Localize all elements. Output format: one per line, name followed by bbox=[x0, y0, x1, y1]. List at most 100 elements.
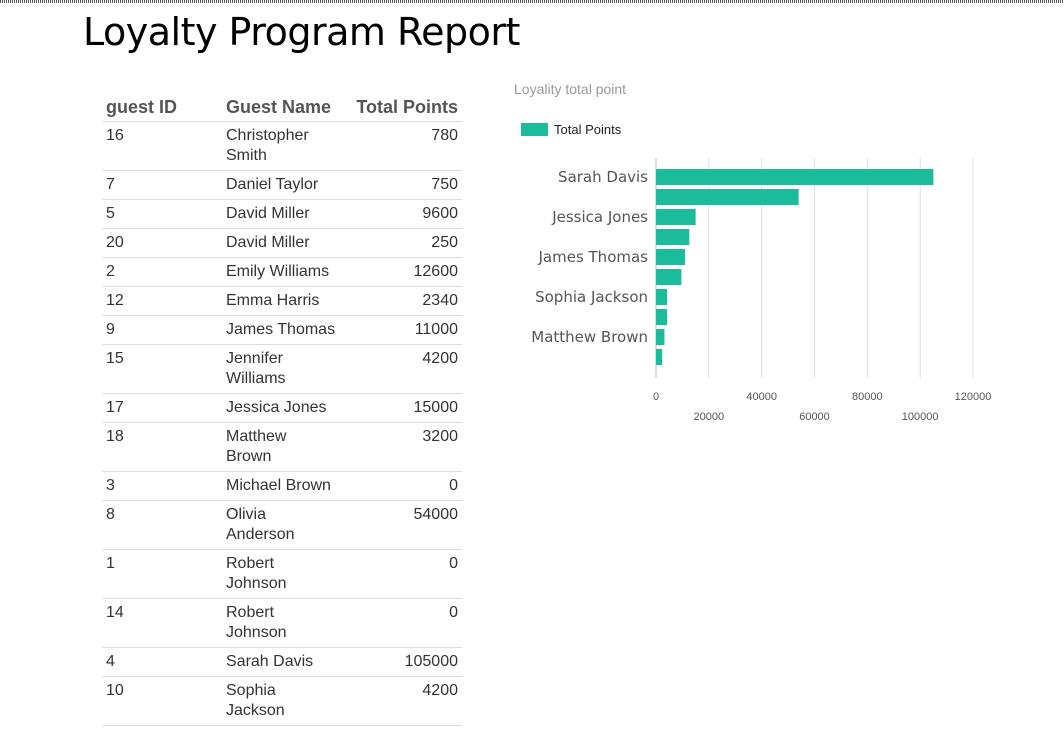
guest-name-cell: Sophia Jackson bbox=[222, 676, 340, 726]
guest-id-cell: 15 bbox=[102, 344, 222, 394]
table-header-row: guest ID Guest Name Total Points bbox=[102, 93, 462, 122]
category-label: James Thomas bbox=[537, 248, 648, 266]
table-row: 17 Jessica Jones 15000 bbox=[102, 393, 462, 423]
total-points-cell: 0 bbox=[340, 598, 462, 648]
x-tick-label: 100000 bbox=[902, 411, 939, 423]
bar bbox=[656, 309, 668, 325]
table-row: 18 Matthew Brown 3200 bbox=[102, 422, 462, 472]
table-row: 8 Olivia Anderson 54000 bbox=[102, 500, 462, 550]
guest-name-cell: Sarah Davis bbox=[222, 647, 340, 677]
total-points-cell: 2340 bbox=[340, 286, 462, 316]
guest-name-cell: Robert Johnson bbox=[222, 598, 340, 648]
total-points-cell: 0 bbox=[340, 471, 462, 501]
bar bbox=[656, 269, 682, 285]
guest-id-cell: 20 bbox=[102, 228, 222, 258]
guest-name-cell: Robert Johnson bbox=[222, 549, 340, 599]
total-points-cell: 4200 bbox=[340, 676, 462, 726]
total-points-cell: 780 bbox=[340, 121, 462, 171]
guest-id-cell: 5 bbox=[102, 199, 222, 229]
total-points-cell: 54000 bbox=[340, 500, 462, 550]
bar bbox=[656, 249, 686, 265]
table-row: 20 David Miller 250 bbox=[102, 228, 462, 258]
total-points-cell: 4200 bbox=[340, 344, 462, 394]
guest-id-cell: 1 bbox=[102, 549, 222, 599]
x-axis-ticks: 0 20000 40000 60000 80000 100000 120000 bbox=[653, 391, 991, 423]
table-row: 12 Emma Harris 2340 bbox=[102, 286, 462, 316]
guest-id-cell: 16 bbox=[102, 121, 222, 171]
x-tick-label: 20000 bbox=[694, 411, 725, 423]
guest-name-cell: Daniel Taylor bbox=[222, 170, 340, 200]
guest-id-cell: 3 bbox=[102, 471, 222, 501]
guest-id-cell: 4 bbox=[102, 647, 222, 677]
total-points-cell: 11000 bbox=[340, 315, 462, 345]
guest-id-cell: 7 bbox=[102, 170, 222, 200]
table-row: 1 Robert Johnson 0 bbox=[102, 549, 462, 599]
x-tick-label: 40000 bbox=[746, 391, 777, 403]
loyalty-bar-chart: Loyality total point Total Points Sarah … bbox=[514, 81, 991, 423]
guest-id-cell: 14 bbox=[102, 598, 222, 648]
guest-name-cell: Jennifer Williams bbox=[222, 344, 340, 394]
category-label: Sarah Davis bbox=[558, 168, 648, 186]
category-labels: Sarah Davis Jessica Jones James Thomas Soph… bbox=[531, 168, 648, 346]
bar bbox=[656, 169, 934, 185]
total-points-cell: 12600 bbox=[340, 257, 462, 287]
table-row: 10 Sophia Jackson 4200 bbox=[102, 676, 462, 726]
bar bbox=[656, 229, 690, 245]
table-row: 16 Christopher Smith 780 bbox=[102, 121, 462, 171]
guest-name-cell: Olivia Anderson bbox=[222, 500, 340, 550]
header-total-points: Total Points bbox=[340, 93, 462, 122]
total-points-cell: 750 bbox=[340, 170, 462, 200]
guest-name-cell: Emily Williams bbox=[222, 257, 340, 287]
total-points-cell: 3200 bbox=[340, 422, 462, 472]
guest-name-cell: Jessica Jones bbox=[222, 393, 340, 423]
header-guest-id: guest ID bbox=[102, 93, 222, 122]
x-tick-label: 80000 bbox=[852, 391, 883, 403]
table-row: 3 Michael Brown 0 bbox=[102, 471, 462, 501]
table-row: 14 Robert Johnson 0 bbox=[102, 598, 462, 648]
x-tick-label: 0 bbox=[653, 391, 659, 403]
table-row: 4 Sarah Davis 105000 bbox=[102, 647, 462, 677]
guest-id-cell: 17 bbox=[102, 393, 222, 423]
bar bbox=[656, 329, 665, 345]
bar bbox=[656, 209, 696, 225]
table-row: 2 Emily Williams 12600 bbox=[102, 257, 462, 287]
guest-id-cell: 2 bbox=[102, 257, 222, 287]
legend-swatch bbox=[521, 123, 548, 136]
guest-id-cell: 18 bbox=[102, 422, 222, 472]
guest-name-cell: David Miller bbox=[222, 228, 340, 258]
guest-points-table: guest ID Guest Name Total Points 16 Chris… bbox=[102, 93, 462, 726]
bar bbox=[656, 349, 663, 365]
category-label: Jessica Jones bbox=[551, 208, 648, 226]
guest-id-cell: 8 bbox=[102, 500, 222, 550]
table-row: 5 David Miller 9600 bbox=[102, 199, 462, 229]
table-row: 9 James Thomas 11000 bbox=[102, 315, 462, 345]
guest-id-cell: 10 bbox=[102, 676, 222, 726]
guest-name-cell: Matthew Brown bbox=[222, 422, 340, 472]
legend-label: Total Points bbox=[554, 122, 622, 137]
total-points-cell: 15000 bbox=[340, 393, 462, 423]
total-points-cell: 9600 bbox=[340, 199, 462, 229]
guest-id-cell: 12 bbox=[102, 286, 222, 316]
table-row: 7 Daniel Taylor 750 bbox=[102, 170, 462, 200]
guest-name-cell: Emma Harris bbox=[222, 286, 340, 316]
total-points-cell: 105000 bbox=[340, 647, 462, 677]
bar bbox=[656, 289, 668, 305]
total-points-cell: 0 bbox=[340, 549, 462, 599]
header-guest-name: Guest Name bbox=[222, 93, 340, 122]
chart-title: Loyality total point bbox=[514, 81, 626, 97]
top-dotted-border bbox=[0, 0, 1064, 3]
x-tick-label: 120000 bbox=[955, 391, 992, 403]
x-tick-label: 60000 bbox=[799, 411, 830, 423]
guest-name-cell: Michael Brown bbox=[222, 471, 340, 501]
bar bbox=[656, 189, 799, 205]
category-label: Matthew Brown bbox=[531, 328, 648, 346]
guest-name-cell: Christopher Smith bbox=[222, 121, 340, 171]
category-label: Sophia Jackson bbox=[535, 288, 648, 306]
loyalty-chart: Loyality total point Total Points Sarah … bbox=[500, 70, 1020, 430]
page-title: Loyalty Program Report bbox=[83, 10, 520, 54]
guest-name-cell: David Miller bbox=[222, 199, 340, 229]
table-body: 16 Christopher Smith 780 7 Daniel Taylor 750 5… bbox=[102, 121, 462, 726]
table-row: 15 Jennifer Williams 4200 bbox=[102, 344, 462, 394]
total-points-cell: 250 bbox=[340, 228, 462, 258]
guest-id-cell: 9 bbox=[102, 315, 222, 345]
